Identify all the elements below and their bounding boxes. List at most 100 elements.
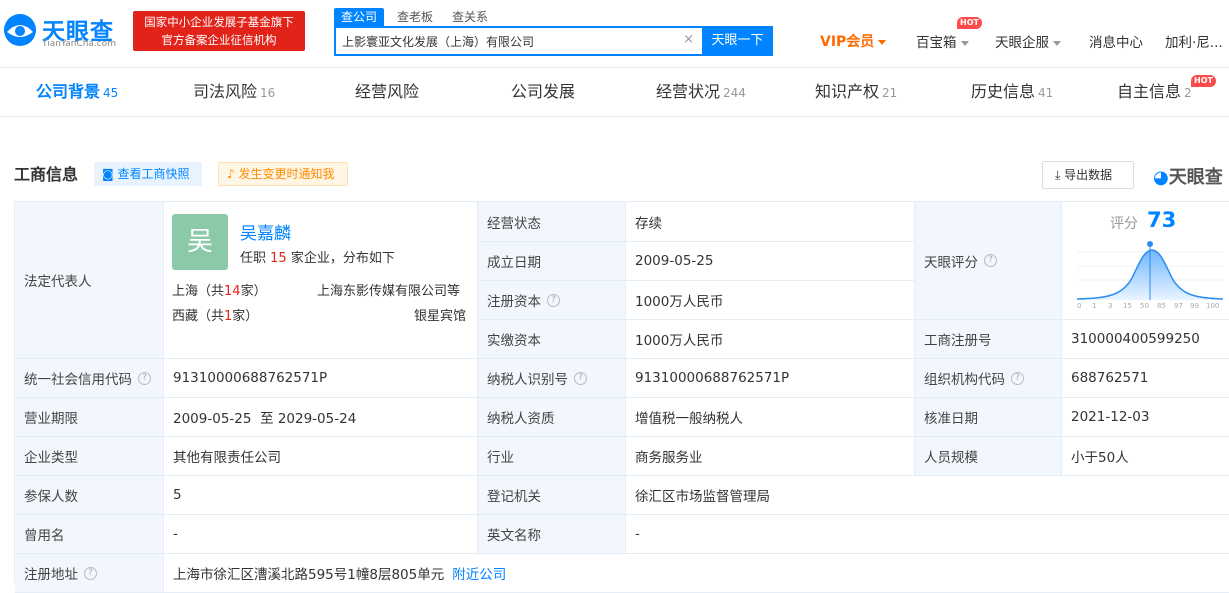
region-shanghai-company[interactable]: 上海东影传媒有限公司等 bbox=[317, 280, 460, 299]
tab-count: 21 bbox=[882, 86, 898, 100]
legal-rep-name[interactable]: 吴嘉麟 bbox=[240, 219, 291, 244]
avatar[interactable]: 吴 bbox=[172, 214, 228, 270]
search-tab-relation[interactable]: 查关系 bbox=[452, 8, 488, 26]
industry-value: 商务服务业 bbox=[626, 437, 915, 476]
tab-history[interactable]: 历史信息 41 bbox=[971, 69, 1053, 116]
orgcode-text: 组织机构代码 bbox=[924, 372, 1005, 388]
term-value: 2009-05-25 至 2029-05-24 bbox=[164, 398, 478, 437]
engname-label: 英文名称 bbox=[478, 515, 626, 554]
regcap-value: 1000万人民币 bbox=[626, 281, 915, 320]
tab-count: 16 bbox=[260, 86, 276, 100]
search-input[interactable] bbox=[342, 31, 672, 51]
authority-label: 登记机关 bbox=[478, 476, 626, 515]
credit-value: 91310000688762571P bbox=[164, 359, 478, 398]
snapshot-button[interactable]: ◙ 查看工商快照 bbox=[94, 162, 202, 186]
score-cell[interactable]: 评分 73 0 1 3 15 50 85 97 99 100 bbox=[1062, 202, 1229, 320]
hot-badge: HOT bbox=[957, 17, 982, 29]
help-icon[interactable]: ? bbox=[984, 254, 997, 267]
taxqual-value: 增值税一般纳税人 bbox=[626, 398, 915, 437]
help-icon[interactable]: ? bbox=[574, 371, 587, 385]
axis-tick: 3 bbox=[1108, 302, 1113, 310]
axis-tick: 100 bbox=[1206, 302, 1220, 310]
nearby-companies-link[interactable]: 附近公司 bbox=[452, 563, 506, 583]
category-tabs: 公司背景 45 司法风险 16 经营风险 公司发展 经营状况 244 知识产权 21 历… bbox=[0, 69, 1229, 117]
region-tibet-company[interactable]: 银星宾馆 bbox=[414, 305, 466, 324]
logo[interactable]: 天眼查 TianYanCha.com bbox=[2, 10, 126, 52]
toolbox-label: 百宝箱 bbox=[916, 35, 957, 51]
chevron-down-icon bbox=[1053, 40, 1061, 46]
tab-label: 司法风险 bbox=[193, 82, 258, 101]
staff-label: 人员规模 bbox=[915, 437, 1062, 476]
slogan-line1: 国家中小企业发展子基金旗下 bbox=[144, 15, 294, 29]
search-box: × bbox=[334, 26, 702, 56]
logo-domain: TianYanCha.com bbox=[42, 39, 117, 49]
region-end: 家） bbox=[240, 284, 267, 299]
staff-value: 小于50人 bbox=[1062, 437, 1229, 476]
axis-tick: 85 bbox=[1157, 302, 1166, 310]
help-icon[interactable]: ? bbox=[138, 371, 151, 385]
found-label: 成立日期 bbox=[478, 242, 626, 281]
region-tibet[interactable]: 西藏（共1家） bbox=[172, 305, 258, 324]
clear-icon[interactable]: × bbox=[683, 32, 694, 47]
watermark-text: 天眼查 bbox=[1168, 167, 1223, 188]
approve-value: 2021-12-03 bbox=[1062, 398, 1229, 437]
eye-logo-icon bbox=[4, 14, 36, 46]
search-tab-boss[interactable]: 查老板 bbox=[397, 8, 433, 26]
paidcap-value: 1000万人民币 bbox=[626, 320, 915, 359]
address-text: 上海市徐汇区漕溪北路595号1幢8层805单元 bbox=[173, 567, 445, 583]
help-icon[interactable]: ? bbox=[547, 293, 560, 307]
search-tab-company[interactable]: 查公司 bbox=[334, 8, 385, 26]
help-icon[interactable]: ? bbox=[84, 566, 97, 580]
region-shanghai[interactable]: 上海（共14家） bbox=[172, 280, 267, 299]
vip-menu[interactable]: VIP会员 bbox=[820, 31, 887, 51]
notify-button[interactable]: ♪ 发生变更时通知我 bbox=[218, 162, 348, 186]
score-text: 天眼评分 bbox=[924, 254, 978, 271]
enterprise-label: 天眼企服 bbox=[995, 35, 1049, 51]
export-button[interactable]: ⤓ 导出数据 bbox=[1042, 161, 1134, 189]
axis-tick: 97 bbox=[1174, 302, 1183, 310]
score-value: 73 bbox=[1147, 208, 1177, 232]
regcap-text: 注册资本 bbox=[487, 294, 541, 310]
tab-self-info[interactable]: 自主信息 2 bbox=[1117, 69, 1192, 116]
tab-operation-risk[interactable]: 经营风险 bbox=[355, 69, 422, 116]
orgcode-label: 组织机构代码? bbox=[915, 359, 1062, 398]
type-label: 企业类型 bbox=[15, 437, 164, 476]
bell-icon: ♪ bbox=[227, 167, 239, 181]
tab-legal-risk[interactable]: 司法风险 16 bbox=[193, 69, 275, 116]
oldname-label: 曾用名 bbox=[15, 515, 164, 554]
taxid-value: 91310000688762571P bbox=[626, 359, 915, 398]
chevron-down-icon bbox=[878, 39, 887, 45]
notify-label: 发生变更时通知我 bbox=[238, 167, 335, 181]
tab-label: 公司发展 bbox=[511, 82, 576, 101]
axis-tick: 1 bbox=[1092, 302, 1097, 310]
tab-company-development[interactable]: 公司发展 bbox=[511, 69, 578, 116]
toolbox-menu[interactable]: 百宝箱 bbox=[916, 31, 969, 51]
address-text: 注册地址 bbox=[24, 567, 78, 583]
score-caption: 评分 bbox=[1110, 216, 1138, 232]
chevron-down-icon bbox=[960, 40, 969, 46]
business-info-table: 法定代表人 经营状态 存续 成立日期 2009-05-25 注册资本? 1000… bbox=[14, 201, 1229, 593]
tab-business-status[interactable]: 经营状况 244 bbox=[656, 69, 746, 116]
status-value: 存续 bbox=[626, 202, 915, 242]
messages-link[interactable]: 消息中心 bbox=[1089, 31, 1143, 51]
user-menu[interactable]: 加利·尼... bbox=[1165, 31, 1223, 51]
found-value: 2009-05-25 bbox=[626, 242, 915, 281]
search-button[interactable]: 天眼一下 bbox=[702, 26, 773, 56]
taxid-text: 纳税人识别号 bbox=[487, 372, 568, 388]
oldname-value: - bbox=[164, 515, 478, 554]
authority-value: 徐汇区市场监督管理局 bbox=[626, 476, 1229, 515]
hot-badge: HOT bbox=[1191, 75, 1216, 87]
industry-label: 行业 bbox=[478, 437, 626, 476]
score-label: 天眼评分? bbox=[915, 202, 1062, 320]
watermark-logo: ◕天眼查 bbox=[1153, 163, 1223, 189]
slogan-banner: 国家中小企业发展子基金旗下 官方备案企业征信机构 bbox=[133, 11, 305, 51]
tab-company-background[interactable]: 公司背景 45 bbox=[36, 69, 118, 116]
axis-tick: 50 bbox=[1140, 302, 1149, 310]
type-value: 其他有限责任公司 bbox=[164, 437, 478, 476]
enterprise-menu[interactable]: 天眼企服 bbox=[995, 31, 1061, 51]
tab-label: 经营状况 bbox=[656, 82, 721, 101]
tab-intellectual-property[interactable]: 知识产权 21 bbox=[815, 69, 897, 116]
help-icon[interactable]: ? bbox=[1011, 371, 1024, 385]
status-label: 经营状态 bbox=[478, 202, 626, 242]
axis-tick: 99 bbox=[1190, 302, 1199, 310]
